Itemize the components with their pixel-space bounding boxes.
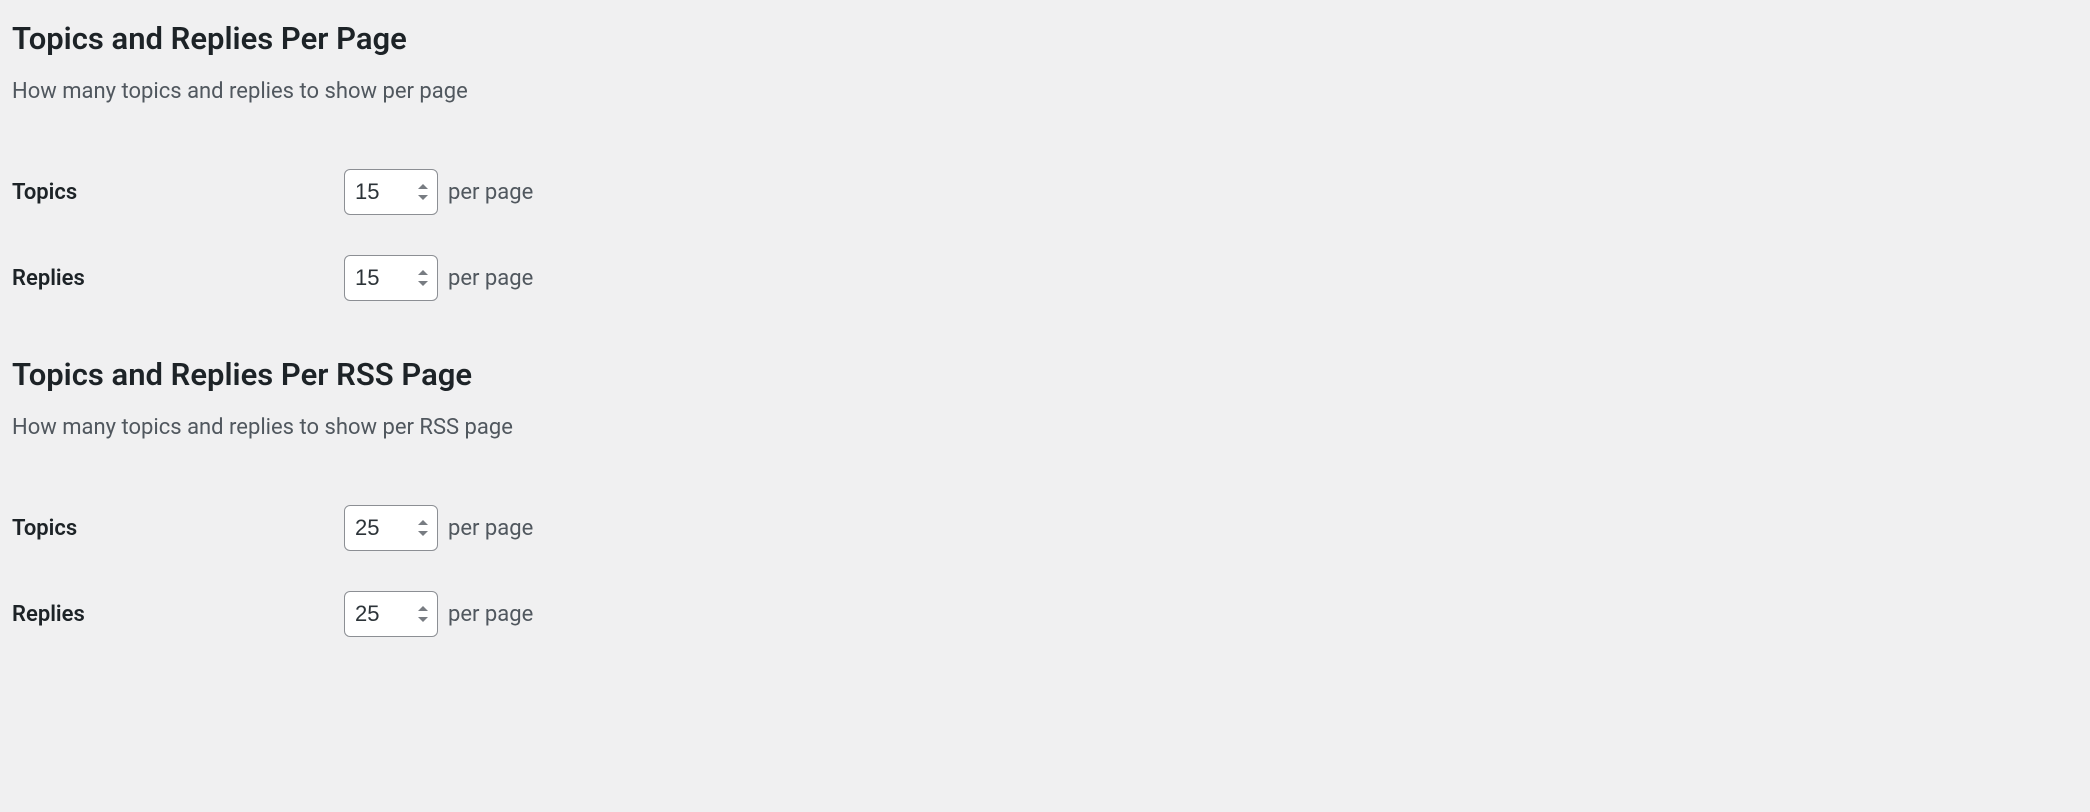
- stepper-icon: [414, 516, 432, 540]
- stepper-up-icon[interactable]: [414, 266, 432, 278]
- stepper-up-icon[interactable]: [414, 180, 432, 192]
- rss-topics-label: Topics: [12, 485, 344, 571]
- stepper-down-icon[interactable]: [414, 614, 432, 626]
- per-page-settings-table: Topics per page: [12, 149, 2078, 321]
- stepper-icon: [414, 602, 432, 626]
- stepper-down-icon[interactable]: [414, 528, 432, 540]
- stepper-up-icon[interactable]: [414, 602, 432, 614]
- stepper-icon: [414, 266, 432, 290]
- replies-label: Replies: [12, 235, 344, 321]
- rss-replies-label: Replies: [12, 571, 344, 657]
- stepper-icon: [414, 180, 432, 204]
- rss-topics-per-page-suffix: per page: [448, 516, 533, 541]
- stepper-down-icon[interactable]: [414, 192, 432, 204]
- topics-label: Topics: [12, 149, 344, 235]
- per-page-heading: Topics and Replies Per Page: [12, 20, 2078, 57]
- stepper-down-icon[interactable]: [414, 278, 432, 290]
- replies-per-page-suffix: per page: [448, 266, 533, 291]
- per-page-description: How many topics and replies to show per …: [12, 79, 2078, 104]
- per-rss-description: How many topics and replies to show per …: [12, 415, 2078, 440]
- topics-per-page-suffix: per page: [448, 180, 533, 205]
- rss-replies-per-page-suffix: per page: [448, 602, 533, 627]
- per-rss-heading: Topics and Replies Per RSS Page: [12, 356, 2078, 393]
- per-rss-settings-table: Topics per page: [12, 485, 2078, 657]
- stepper-up-icon[interactable]: [414, 516, 432, 528]
